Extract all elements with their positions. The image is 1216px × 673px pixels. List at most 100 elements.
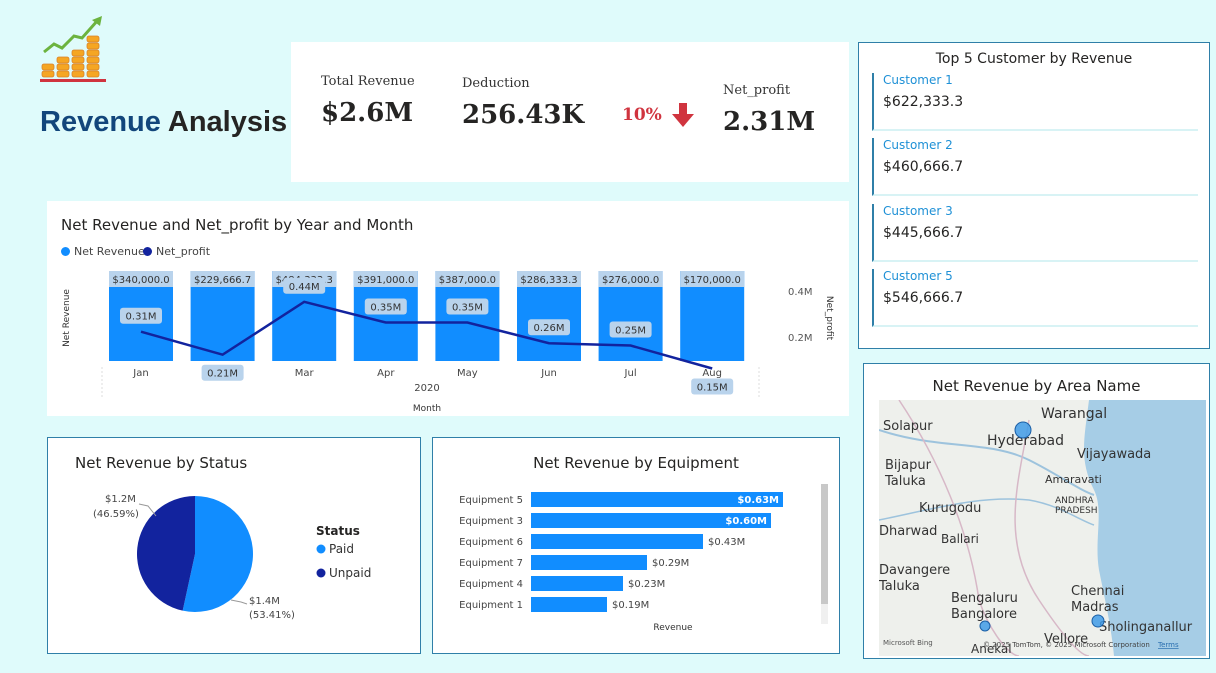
customer-item[interactable]: Customer 5 $546,666.7 bbox=[872, 269, 1198, 327]
customer-item[interactable]: Customer 1 $622,333.3 bbox=[872, 73, 1198, 131]
map-place-label: Warangal bbox=[1041, 406, 1107, 422]
customer-name: Customer 3 bbox=[883, 204, 953, 218]
map-bubble-bengaluru[interactable] bbox=[979, 620, 991, 632]
map-attribution: © 2025 TomTom, © 2025 Microsoft Corporat… bbox=[983, 641, 1150, 649]
line-data-label: 0.21M bbox=[207, 369, 238, 380]
map-place-label: Davangere bbox=[879, 563, 950, 578]
map-place-label: Bengaluru bbox=[951, 591, 1018, 606]
pie-percent-label: (53.41%) bbox=[249, 610, 295, 621]
y-axis-title: Net Revenue bbox=[62, 289, 72, 347]
x-tick-label: Mar bbox=[295, 368, 315, 379]
pie-legend-label[interactable]: Unpaid bbox=[329, 566, 371, 580]
top-customers-title: Top 5 Customer by Revenue bbox=[935, 51, 1133, 67]
bar-data-label: $0.19M bbox=[612, 600, 649, 611]
pie-legend-label[interactable]: Paid bbox=[329, 542, 354, 556]
map-card: Net Revenue by Area Name Warangal Solapur… bbox=[863, 363, 1210, 659]
kpi-card: Total Revenue $2.6M Deduction 256.43K 10… bbox=[291, 42, 849, 182]
total-revenue-value: $2.6M bbox=[321, 98, 414, 128]
pie-legend-title: Status bbox=[316, 524, 360, 538]
map-place-label: Dharwad bbox=[879, 524, 937, 539]
customer-name: Customer 5 bbox=[883, 269, 953, 283]
map-place-label: Sholinganallur bbox=[1099, 620, 1193, 635]
map-place-label: PRADESH bbox=[1055, 506, 1098, 516]
map-place-label: Taluka bbox=[879, 579, 920, 594]
y2-tick-label: 0.4M bbox=[788, 287, 813, 298]
legend-dot bbox=[316, 568, 326, 578]
equipment-bar-chart[interactable]: Equipment 5 $0.63M Equipment 3 $0.60M Equipm… bbox=[433, 438, 839, 653]
category-label: Equipment 1 bbox=[459, 600, 523, 611]
net-profit-label: Net_profit bbox=[723, 83, 791, 98]
total-revenue-label: Total Revenue bbox=[321, 74, 415, 89]
customer-item[interactable]: Customer 3 $445,666.7 bbox=[872, 204, 1198, 262]
map-title: Net Revenue by Area Name bbox=[932, 377, 1141, 395]
pie-value-label: $1.4M bbox=[249, 596, 280, 607]
equipment-bar[interactable] bbox=[531, 534, 703, 549]
map-place-label: Bijapur bbox=[885, 458, 932, 473]
pie-percent-label: (46.59%) bbox=[93, 509, 139, 520]
map-place-label: ANDHRA bbox=[1055, 496, 1094, 506]
pie-slice-unpaid[interactable] bbox=[136, 496, 195, 611]
bar-data-label: $0.29M bbox=[652, 558, 689, 569]
category-label: Equipment 6 bbox=[459, 537, 523, 548]
equipment-bar[interactable] bbox=[531, 576, 623, 591]
bar-data-label: $276,000.0 bbox=[602, 275, 659, 286]
map-place-label: Chennai bbox=[1071, 584, 1124, 599]
line-data-label: 0.31M bbox=[126, 312, 157, 323]
scrollbar-thumb[interactable] bbox=[821, 484, 828, 604]
customer-revenue: $622,333.3 bbox=[883, 94, 964, 110]
net-profit-value: 2.31M bbox=[723, 107, 816, 137]
customer-name: Customer 1 bbox=[883, 73, 953, 87]
x-tick-label: Jun bbox=[540, 368, 557, 379]
bar-data-label: $286,333.3 bbox=[520, 275, 577, 286]
revenue-logo-icon bbox=[40, 16, 106, 82]
pie-chart[interactable]: $1.4M (53.41%) $1.2M (46.59%) Status Paid Unpa… bbox=[48, 438, 420, 653]
x-axis-title: Month bbox=[413, 404, 441, 414]
x-tick-label: Aug bbox=[702, 368, 722, 379]
bar-data-label: $0.23M bbox=[628, 579, 665, 590]
customer-revenue: $546,666.7 bbox=[883, 290, 964, 306]
customer-revenue: $445,666.7 bbox=[883, 225, 964, 241]
bar-data-label: $229,666.7 bbox=[194, 275, 251, 286]
combo-chart[interactable]: Net Revenue Net_profit 0.4M 0.2M $340,000.0 J… bbox=[47, 201, 849, 416]
map-view[interactable]: WarangalSolapurHyderabadVijayawadaBijapu… bbox=[879, 400, 1206, 656]
line-data-label: 0.35M bbox=[370, 303, 401, 314]
bar-data-label: $0.43M bbox=[708, 537, 745, 548]
y2-tick-label: 0.2M bbox=[788, 333, 813, 344]
x-tick-label: Apr bbox=[377, 368, 395, 379]
x-axis-title: Revenue bbox=[653, 623, 693, 633]
bar-data-label: $0.60M bbox=[725, 516, 767, 527]
customer-revenue: $460,666.7 bbox=[883, 159, 964, 175]
bar-data-label: $170,000.0 bbox=[684, 275, 741, 286]
map-place-label: Madras bbox=[1071, 600, 1119, 615]
y2-axis-title: Net_profit bbox=[824, 296, 834, 341]
category-label: Equipment 5 bbox=[459, 495, 523, 506]
page-title: Revenue Analysis bbox=[40, 106, 288, 138]
top-customers-card: Top 5 Customer by Revenue Customer 1 $62… bbox=[858, 42, 1210, 349]
leader-line bbox=[230, 599, 248, 605]
pie-value-label: $1.2M bbox=[105, 494, 136, 505]
bar-data-label: $387,000.0 bbox=[439, 275, 496, 286]
equipment-bar[interactable] bbox=[531, 597, 607, 612]
equipment-bar[interactable] bbox=[531, 555, 647, 570]
bar-data-label: $0.63M bbox=[737, 495, 779, 506]
line-data-label: 0.26M bbox=[534, 323, 565, 334]
year-label: 2020 bbox=[414, 383, 439, 394]
map-bing-logo: Microsoft Bing bbox=[883, 639, 933, 647]
map-place-label: Amaravati bbox=[1045, 473, 1102, 486]
line-data-label: 0.44M bbox=[289, 282, 320, 293]
deduction-label: Deduction bbox=[462, 76, 530, 91]
map-place-label: Kurugodu bbox=[919, 501, 981, 516]
x-tick-label: Jan bbox=[132, 368, 148, 379]
map-bubble-hyderabad[interactable] bbox=[1014, 421, 1032, 439]
map-place-label: Vijayawada bbox=[1077, 447, 1151, 462]
customer-item[interactable]: Customer 2 $460,666.7 bbox=[872, 138, 1198, 196]
map-bubble-chennai[interactable] bbox=[1091, 614, 1105, 628]
map-place-label: Taluka bbox=[884, 474, 926, 489]
category-label: Equipment 4 bbox=[459, 579, 523, 590]
map-terms-link[interactable]: Terms bbox=[1157, 641, 1179, 649]
equipment-chart-card: Net Revenue by Equipment Equipment 5 $0.6… bbox=[432, 437, 840, 654]
pie-chart-card: Net Revenue by Status $1.4M (53.41%) $1.2M… bbox=[47, 437, 421, 654]
deduction-percent: 10% bbox=[622, 105, 662, 125]
map-place-label: Ballari bbox=[941, 532, 979, 546]
line-data-label: 0.25M bbox=[615, 326, 646, 337]
